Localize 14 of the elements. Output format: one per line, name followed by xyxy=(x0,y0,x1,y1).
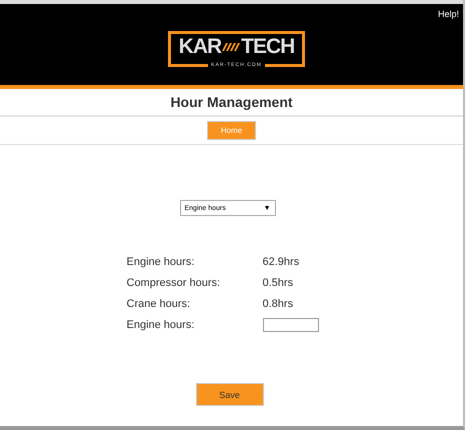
save-button[interactable]: Save xyxy=(196,383,264,406)
hours-label: Engine hours: xyxy=(126,318,196,333)
logo-text: TECH xyxy=(241,36,294,58)
hours-value: 0.8hrs xyxy=(262,297,294,312)
hours-label: Crane hours: xyxy=(126,297,192,312)
help-link[interactable]: Help! xyxy=(438,9,459,19)
logo-text: KAR xyxy=(178,36,222,58)
hours-value: 0.5hrs xyxy=(262,276,294,291)
hours-label: Engine hours: xyxy=(126,255,196,270)
stripes-icon xyxy=(222,42,240,51)
hours-label: Compressor hours: xyxy=(126,276,222,291)
hours-input[interactable] xyxy=(262,318,318,332)
hours-value: 62.9hrs xyxy=(262,255,300,270)
page-title: Hour Management xyxy=(170,94,293,110)
